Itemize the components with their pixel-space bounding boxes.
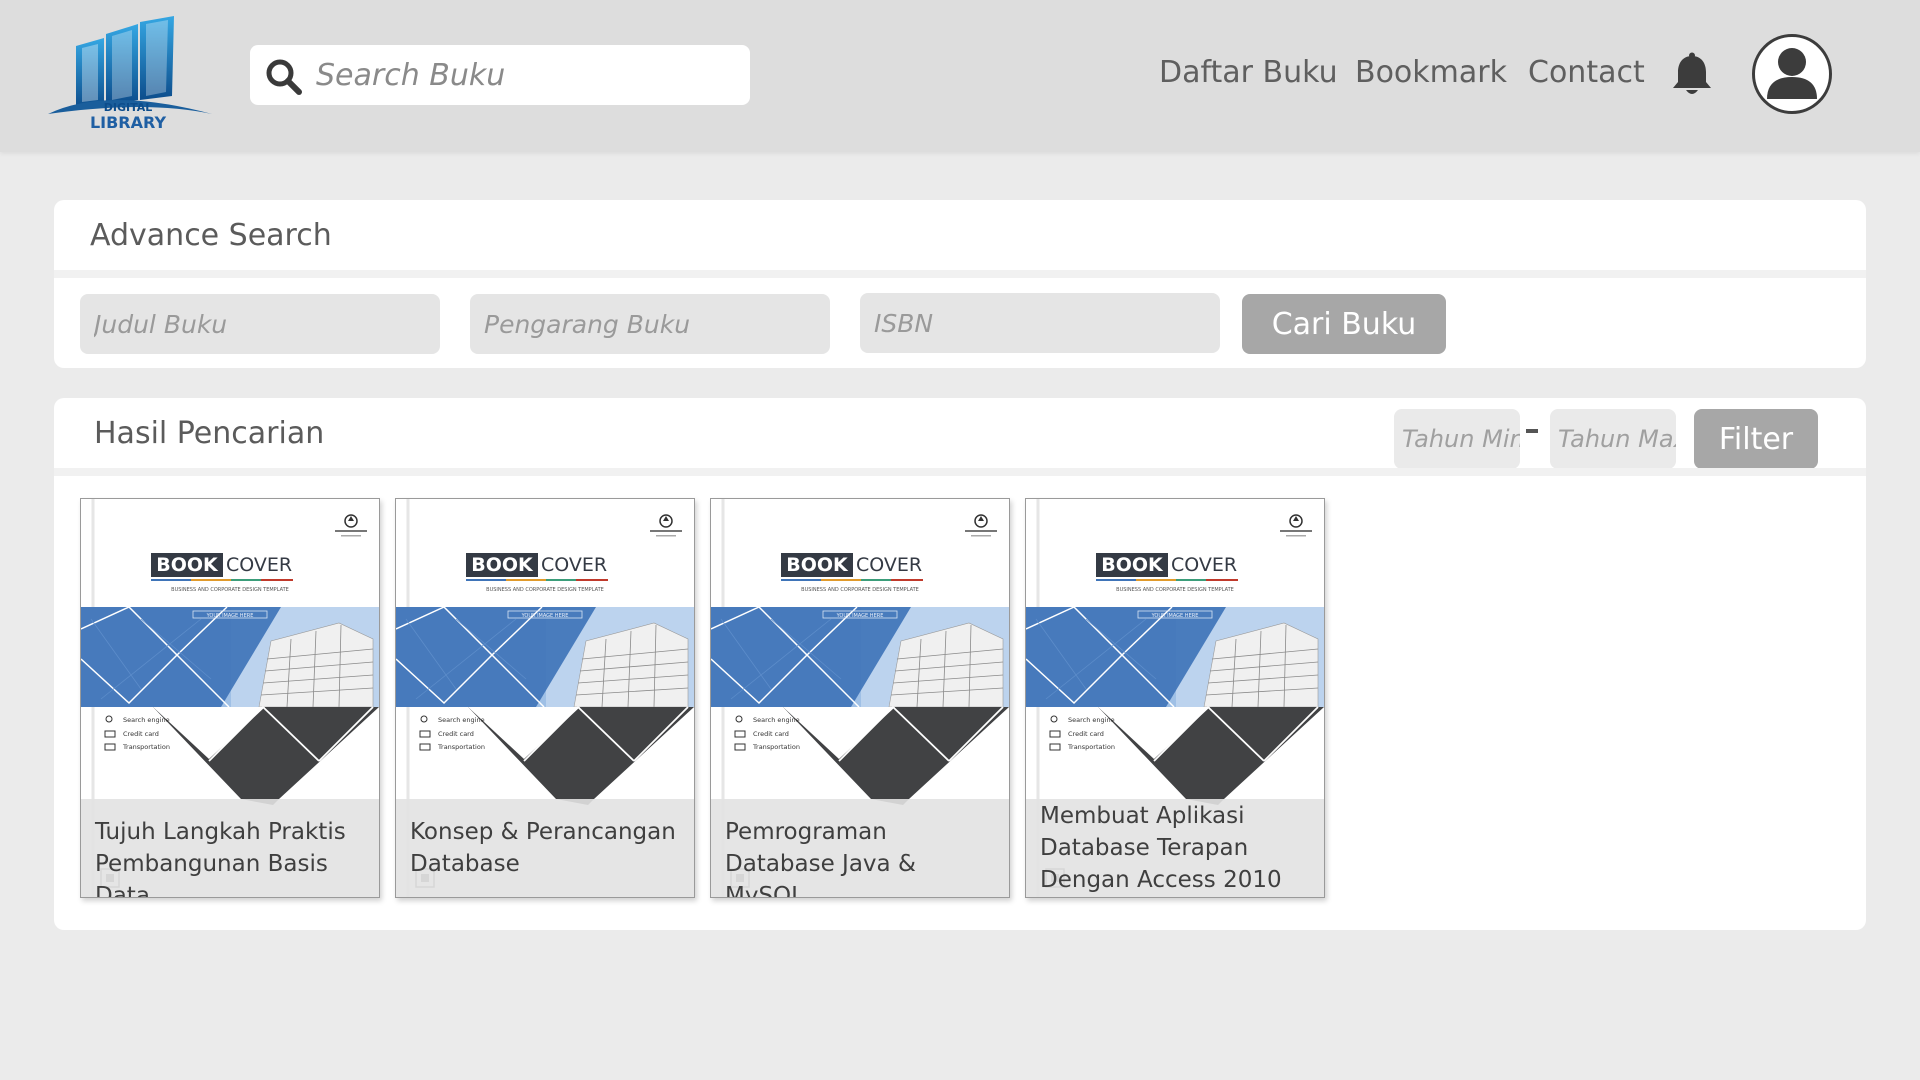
book-card-1[interactable]: BOOK COVER BUSINESS AND CORPORATE DESIGN… (80, 498, 380, 898)
svg-text:BOOK: BOOK (156, 554, 219, 576)
svg-text:COVER: COVER (541, 554, 607, 576)
cari-buku-button[interactable]: Cari Buku (1242, 294, 1446, 354)
advance-search-title: Advance Search (90, 218, 332, 253)
book-title: Tujuh Langkah Praktis Pembangunan Basis … (95, 819, 346, 898)
svg-text:Search engine: Search engine (123, 716, 170, 724)
svg-text:Transportation: Transportation (437, 743, 485, 751)
tahun-max-input[interactable] (1550, 409, 1676, 469)
search-icon[interactable] (264, 57, 304, 97)
svg-text:Search engine: Search engine (438, 716, 485, 724)
svg-text:BOOK: BOOK (786, 554, 849, 576)
svg-text:Credit card: Credit card (438, 730, 474, 738)
svg-text:BUSINESS AND CORPORATE DESIGN: BUSINESS AND CORPORATE DESIGN TEMPLATE (1116, 587, 1234, 593)
svg-text:YOUR IMAGE HERE: YOUR IMAGE HERE (206, 613, 254, 619)
bell-icon[interactable] (1670, 52, 1714, 98)
svg-text:YOUR IMAGE HERE: YOUR IMAGE HERE (836, 613, 884, 619)
svg-text:COVER: COVER (856, 554, 922, 576)
results-title: Hasil Pencarian (94, 416, 325, 451)
judul-buku-input[interactable] (80, 294, 440, 354)
book-card-3[interactable]: BOOK COVER BUSINESS AND CORPORATE DESIGN… (710, 498, 1010, 898)
user-avatar[interactable] (1752, 34, 1832, 114)
svg-text:Transportation: Transportation (1067, 743, 1115, 751)
logo-text-library: LIBRARY (90, 113, 166, 132)
search-input[interactable] (316, 51, 736, 99)
range-separator (1526, 429, 1538, 433)
nav-bookmark[interactable]: Bookmark (1355, 55, 1507, 90)
book-card-2[interactable]: BOOK COVER BUSINESS AND CORPORATE DESIGN… (395, 498, 695, 898)
svg-text:Credit card: Credit card (753, 730, 789, 738)
advance-search-divider (54, 270, 1866, 278)
svg-text:YOUR IMAGE HERE: YOUR IMAGE HERE (521, 613, 569, 619)
nav-contact[interactable]: Contact (1528, 55, 1645, 90)
book-card-4[interactable]: BOOK COVER BUSINESS AND CORPORATE DESIGN… (1025, 498, 1325, 898)
top-header: DIGITAL LIBRARY Daftar Buku Bookmark Con… (0, 0, 1920, 152)
svg-text:YOUR IMAGE HERE: YOUR IMAGE HERE (1151, 613, 1199, 619)
tahun-min-input[interactable] (1394, 409, 1520, 469)
svg-text:BUSINESS AND CORPORATE DESIGN: BUSINESS AND CORPORATE DESIGN TEMPLATE (171, 587, 289, 593)
svg-text:BOOK: BOOK (1101, 554, 1164, 576)
svg-text:Transportation: Transportation (122, 743, 170, 751)
advance-search-panel: Advance Search Cari Buku (54, 200, 1866, 368)
svg-text:Credit card: Credit card (123, 730, 159, 738)
svg-text:Search engine: Search engine (1068, 716, 1115, 724)
filter-button[interactable]: Filter (1694, 409, 1818, 469)
svg-text:Credit card: Credit card (1068, 730, 1104, 738)
svg-text:Transportation: Transportation (752, 743, 800, 751)
svg-text:BOOK: BOOK (471, 554, 534, 576)
svg-text:COVER: COVER (1171, 554, 1237, 576)
svg-text:BUSINESS AND CORPORATE DESIGN: BUSINESS AND CORPORATE DESIGN TEMPLATE (801, 587, 919, 593)
nav-daftar-buku[interactable]: Daftar Buku (1159, 55, 1338, 90)
book-title: Membuat Aplikasi Database Terapan Dengan… (1040, 803, 1282, 893)
svg-text:COVER: COVER (226, 554, 292, 576)
user-icon (1767, 48, 1817, 99)
book-title: Konsep & Perancangan Database (410, 819, 676, 877)
book-title: Pemrograman Database Java & MySQL (725, 819, 916, 898)
search-results-panel: Hasil Pencarian Filter BOOK COVER BUSINE… (54, 398, 1866, 930)
isbn-input[interactable] (860, 293, 1220, 353)
search-bar[interactable] (250, 45, 750, 105)
results-divider (54, 468, 1866, 476)
svg-text:BUSINESS AND CORPORATE DESIGN: BUSINESS AND CORPORATE DESIGN TEMPLATE (486, 587, 604, 593)
digital-library-logo[interactable]: DIGITAL LIBRARY (46, 16, 216, 132)
svg-text:Search engine: Search engine (753, 716, 800, 724)
pengarang-buku-input[interactable] (470, 294, 830, 354)
